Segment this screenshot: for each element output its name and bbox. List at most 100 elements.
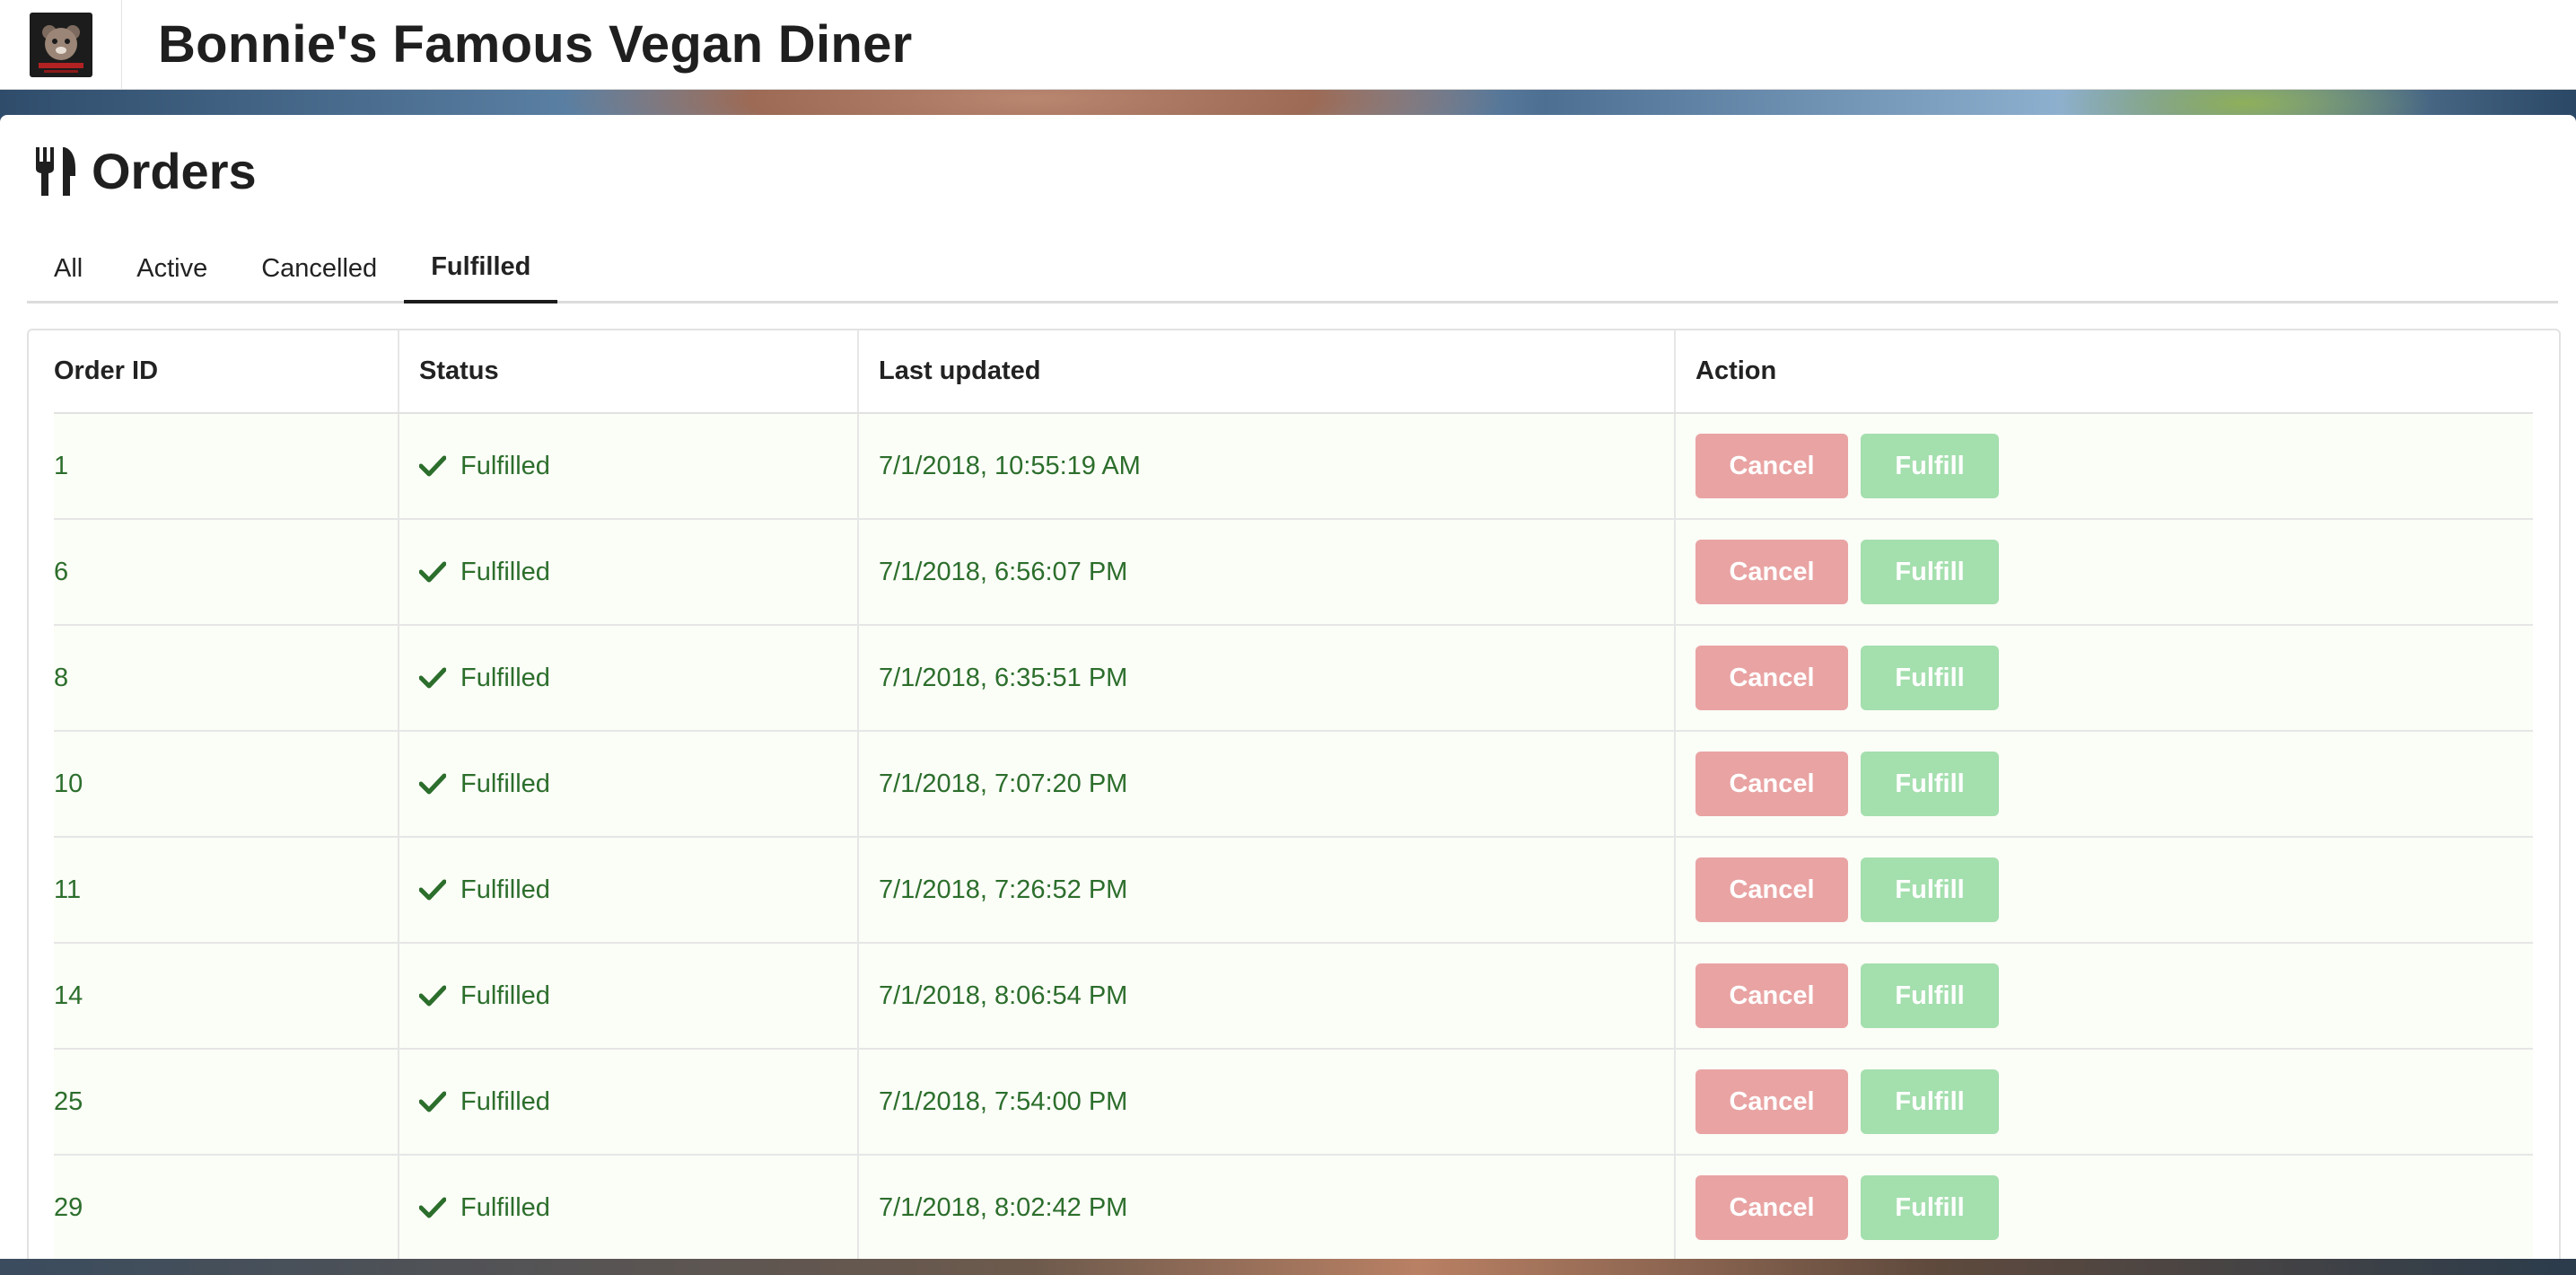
status-value: Fulfilled <box>419 664 857 693</box>
order-id: 29 <box>54 1192 83 1222</box>
table-row[interactable]: 29 Fulfilled 7/1/2018, 8:02:42 PM Cancel… <box>54 1155 2533 1262</box>
status-label: Fulfilled <box>460 663 550 692</box>
order-id-cell: 1 <box>54 413 399 520</box>
tab-cancelled[interactable]: Cancelled <box>234 233 404 303</box>
orders-table-container: Order ID Status Last updated Action 1 Fu… <box>27 329 2561 1275</box>
status-label: Fulfilled <box>460 1192 550 1222</box>
page-title: Orders <box>92 143 257 199</box>
diner-logo[interactable] <box>29 12 92 77</box>
order-id: 8 <box>54 663 69 692</box>
order-id: 11 <box>54 875 82 904</box>
order-id: 1 <box>54 451 69 480</box>
column-header-order-id: Order ID <box>54 330 399 414</box>
table-row[interactable]: 14 Fulfilled 7/1/2018, 8:06:54 PM Cancel… <box>54 943 2533 1050</box>
table-row[interactable]: 8 Fulfilled 7/1/2018, 6:35:51 PM Cancel … <box>54 625 2533 732</box>
fork-knife-icon <box>36 146 75 196</box>
last-updated-cell: 7/1/2018, 10:55:19 AM <box>857 413 1675 520</box>
status-cell: Fulfilled <box>398 1155 858 1262</box>
last-updated-cell: 7/1/2018, 7:54:00 PM <box>857 1049 1675 1156</box>
last-updated: 7/1/2018, 7:07:20 PM <box>879 769 1128 798</box>
order-id: 25 <box>54 1086 83 1116</box>
fulfill-button[interactable]: Fulfill <box>1861 857 2000 922</box>
order-filter-tabs: All Active Cancelled Fulfilled <box>27 233 2558 303</box>
checkmark-icon <box>419 667 446 689</box>
action-cell: Cancel Fulfill <box>1674 625 2533 732</box>
cancel-button[interactable]: Cancel <box>1695 857 1848 922</box>
orders-table: Order ID Status Last updated Action 1 Fu… <box>54 330 2533 1262</box>
status-cell: Fulfilled <box>398 519 858 626</box>
order-id-cell: 11 <box>54 837 399 944</box>
last-updated-cell: 7/1/2018, 8:02:42 PM <box>857 1155 1675 1262</box>
fulfill-button[interactable]: Fulfill <box>1861 1175 2000 1240</box>
order-id-cell: 6 <box>54 519 399 626</box>
column-header-last-updated: Last updated <box>857 330 1675 414</box>
last-updated-cell: 7/1/2018, 7:26:52 PM <box>857 837 1675 944</box>
order-id-cell: 29 <box>54 1155 399 1262</box>
order-id-cell: 25 <box>54 1049 399 1156</box>
status-value: Fulfilled <box>419 981 857 1011</box>
tab-all[interactable]: All <box>27 233 110 303</box>
status-cell: Fulfilled <box>398 731 858 838</box>
table-row[interactable]: 6 Fulfilled 7/1/2018, 6:56:07 PM Cancel … <box>54 519 2533 626</box>
status-cell: Fulfilled <box>398 837 858 944</box>
action-cell: Cancel Fulfill <box>1674 1049 2533 1156</box>
status-cell: Fulfilled <box>398 943 858 1050</box>
status-cell: Fulfilled <box>398 413 858 520</box>
last-updated: 7/1/2018, 7:26:52 PM <box>879 875 1128 904</box>
cancel-button[interactable]: Cancel <box>1695 646 1848 710</box>
cancel-button[interactable]: Cancel <box>1695 434 1848 498</box>
fulfill-button[interactable]: Fulfill <box>1861 963 2000 1028</box>
status-value: Fulfilled <box>419 1193 857 1223</box>
column-header-status: Status <box>398 330 858 414</box>
background-photo-bottom <box>0 1259 2576 1275</box>
last-updated: 7/1/2018, 8:02:42 PM <box>879 1192 1128 1222</box>
cancel-button[interactable]: Cancel <box>1695 1069 1848 1134</box>
action-cell: Cancel Fulfill <box>1674 413 2533 520</box>
fulfill-button[interactable]: Fulfill <box>1861 540 2000 604</box>
cancel-button[interactable]: Cancel <box>1695 963 1848 1028</box>
bear-logo-icon <box>38 24 83 73</box>
status-value: Fulfilled <box>419 769 857 799</box>
table-row[interactable]: 1 Fulfilled 7/1/2018, 10:55:19 AM Cancel… <box>54 413 2533 520</box>
table-header-row: Order ID Status Last updated Action <box>54 330 2533 414</box>
order-id-cell: 10 <box>54 731 399 838</box>
last-updated-cell: 7/1/2018, 7:07:20 PM <box>857 731 1675 838</box>
action-cell: Cancel Fulfill <box>1674 943 2533 1050</box>
logo-container[interactable] <box>0 0 122 90</box>
status-value: Fulfilled <box>419 558 857 587</box>
table-row[interactable]: 11 Fulfilled 7/1/2018, 7:26:52 PM Cancel… <box>54 837 2533 944</box>
checkmark-icon <box>419 773 446 795</box>
cancel-button[interactable]: Cancel <box>1695 1175 1848 1240</box>
order-id: 10 <box>54 769 83 798</box>
orders-panel: Orders All Active Cancelled Fulfilled Or… <box>0 115 2576 1275</box>
action-cell: Cancel Fulfill <box>1674 837 2533 944</box>
status-label: Fulfilled <box>460 1086 550 1116</box>
last-updated-cell: 7/1/2018, 6:56:07 PM <box>857 519 1675 626</box>
status-label: Fulfilled <box>460 769 550 798</box>
order-id: 6 <box>54 557 69 586</box>
checkmark-icon <box>419 561 446 583</box>
checkmark-icon <box>419 985 446 1007</box>
action-cell: Cancel Fulfill <box>1674 519 2533 626</box>
fulfill-button[interactable]: Fulfill <box>1861 646 2000 710</box>
table-row[interactable]: 10 Fulfilled 7/1/2018, 7:07:20 PM Cancel… <box>54 731 2533 838</box>
last-updated-cell: 7/1/2018, 8:06:54 PM <box>857 943 1675 1050</box>
status-value: Fulfilled <box>419 1087 857 1117</box>
cancel-button[interactable]: Cancel <box>1695 752 1848 816</box>
page-header: Orders <box>34 142 257 200</box>
action-cell: Cancel Fulfill <box>1674 731 2533 838</box>
cancel-button[interactable]: Cancel <box>1695 540 1848 604</box>
status-label: Fulfilled <box>460 451 550 480</box>
tab-active[interactable]: Active <box>110 233 234 303</box>
last-updated: 7/1/2018, 6:56:07 PM <box>879 557 1128 586</box>
last-updated-cell: 7/1/2018, 6:35:51 PM <box>857 625 1675 732</box>
fulfill-button[interactable]: Fulfill <box>1861 752 2000 816</box>
status-value: Fulfilled <box>419 452 857 481</box>
last-updated: 7/1/2018, 6:35:51 PM <box>879 663 1128 692</box>
action-cell: Cancel Fulfill <box>1674 1155 2533 1262</box>
table-row[interactable]: 25 Fulfilled 7/1/2018, 7:54:00 PM Cancel… <box>54 1049 2533 1156</box>
fulfill-button[interactable]: Fulfill <box>1861 1069 2000 1134</box>
tab-fulfilled[interactable]: Fulfilled <box>404 233 558 303</box>
fulfill-button[interactable]: Fulfill <box>1861 434 2000 498</box>
order-id-cell: 14 <box>54 943 399 1050</box>
